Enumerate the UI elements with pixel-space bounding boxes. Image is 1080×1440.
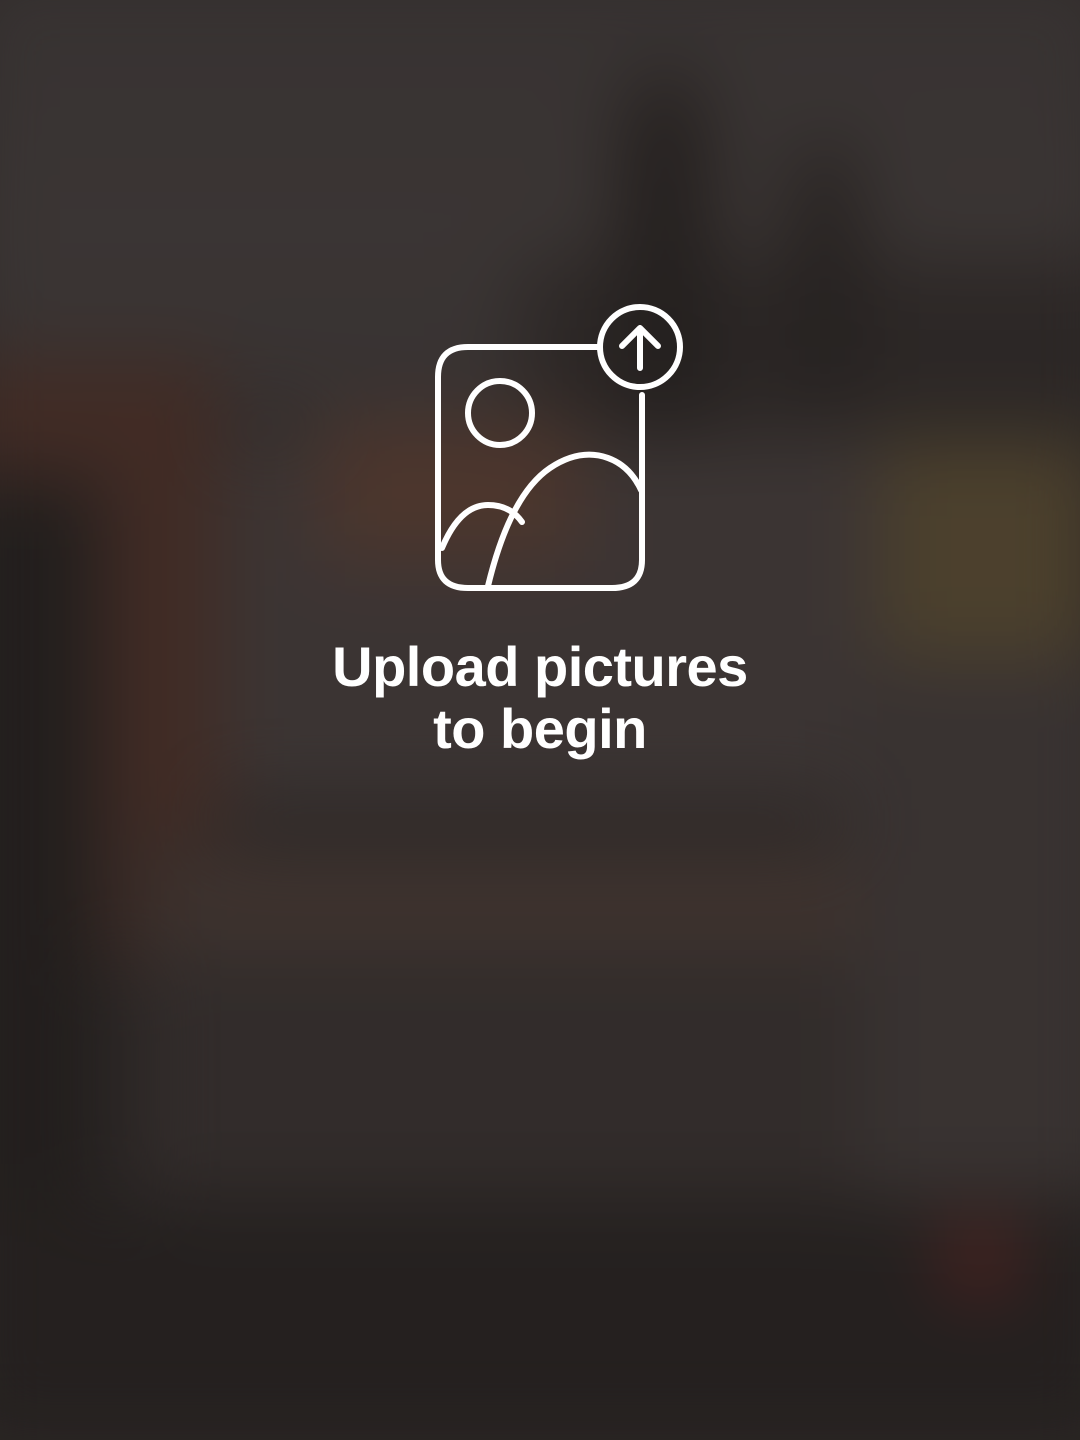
upload-prompt[interactable]: Upload pictures to begin [0,0,1080,1440]
upload-instruction-text: Upload pictures to begin [240,636,840,760]
upload-instruction-line-2: to begin [433,697,647,760]
upload-screen: Upload pictures to begin [0,0,1080,1440]
image-upload-icon[interactable] [430,300,690,600]
upload-instruction-line-1: Upload pictures [332,635,748,698]
